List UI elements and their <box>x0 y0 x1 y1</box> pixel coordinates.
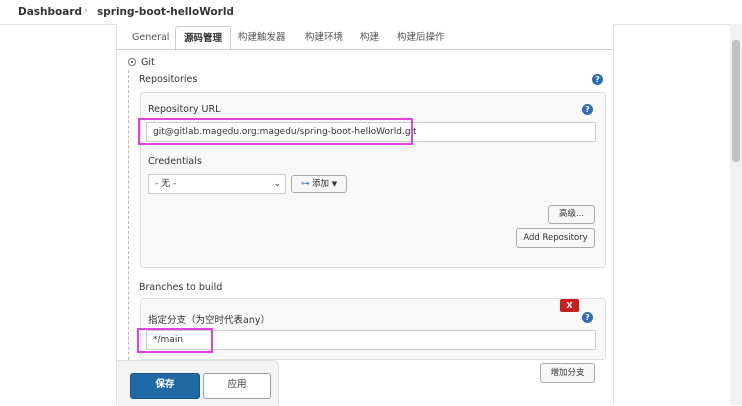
branch-specifier-input[interactable]: */main <box>146 330 596 350</box>
breadcrumb-dashboard[interactable]: Dashboard <box>18 6 82 18</box>
save-button[interactable]: 保存 <box>130 373 200 399</box>
tab-general[interactable]: General <box>124 26 177 49</box>
branches-label: Branches to build <box>139 282 223 293</box>
repositories-help-icon[interactable]: ? <box>592 74 603 85</box>
key-icon: ⊶ <box>300 179 310 189</box>
credentials-value: - 无 - <box>155 179 177 189</box>
advanced-button[interactable]: 高级... <box>548 205 595 224</box>
breadcrumb-separator[interactable]: › <box>226 6 230 16</box>
add-credentials-button[interactable]: ⊶ 添加 ▼ <box>291 175 347 193</box>
section-guide-line <box>128 70 129 400</box>
repository-url-label: Repository URL <box>148 104 221 115</box>
add-branch-button[interactable]: 增加分支 <box>540 363 595 383</box>
credentials-label: Credentials <box>148 156 202 167</box>
config-tabs: General 源码管理 构建触发器 构建环境 构建 构建后操作 <box>116 26 612 51</box>
branch-specifier-highlight <box>137 328 213 353</box>
breadcrumb-bar: Dashboard › spring-boot-helloWorld › <box>0 0 742 25</box>
tab-build[interactable]: 构建 <box>352 26 387 49</box>
tab-post-build[interactable]: 构建后操作 <box>389 26 453 49</box>
tab-build-environment[interactable]: 构建环境 <box>297 26 351 49</box>
branch-specifier-help-icon[interactable]: ? <box>582 312 593 323</box>
repository-url-help-icon[interactable]: ? <box>582 104 593 115</box>
add-repository-button[interactable]: Add Repository <box>516 228 595 248</box>
branch-specifier-label: 指定分支（为空时代表any） <box>148 315 270 326</box>
delete-branch-button[interactable]: X <box>560 299 579 312</box>
repository-url-highlight <box>138 118 413 145</box>
tab-scm[interactable]: 源码管理 <box>175 26 232 51</box>
tab-build-triggers[interactable]: 构建触发器 <box>230 26 294 49</box>
apply-button[interactable]: 应用 <box>203 373 271 399</box>
git-radio[interactable] <box>128 58 136 66</box>
chevron-down-icon: ⌄ <box>273 179 281 189</box>
add-credentials-label: 添加 <box>312 179 330 189</box>
tab-divider <box>116 49 612 50</box>
breadcrumb-job[interactable]: spring-boot-helloWorld <box>97 6 234 18</box>
credentials-select[interactable]: - 无 - ⌄ <box>148 174 286 194</box>
breadcrumb-separator: › <box>84 6 88 16</box>
git-option-label: Git <box>141 57 155 68</box>
caret-down-icon: ▼ <box>331 180 338 188</box>
repositories-label: Repositories <box>139 74 198 85</box>
scrollbar-thumb[interactable] <box>732 40 740 162</box>
